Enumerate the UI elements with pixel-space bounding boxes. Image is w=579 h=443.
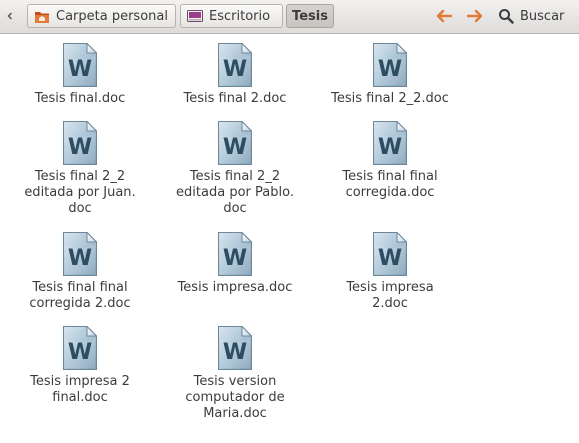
file-item[interactable]: Tesis final 2.doc (175, 42, 295, 107)
word-document-icon (372, 231, 408, 277)
word-document-icon (62, 120, 98, 166)
search-button[interactable]: Buscar (494, 4, 574, 28)
file-item[interactable]: Tesis final final corregida 2.doc (20, 231, 140, 312)
file-name: Tesis final 2_2.doc (331, 91, 449, 106)
breadcrumb-home[interactable]: Carpeta personal (27, 4, 176, 28)
word-document-icon (372, 120, 408, 166)
breadcrumb-desktop-label: Escritorio (209, 8, 271, 24)
desktop-icon (187, 9, 203, 23)
file-name: Tesis final 2.doc (183, 91, 287, 106)
word-document-icon (217, 231, 253, 277)
file-item[interactable]: Tesis final 2_2 editada por Juan. doc (20, 120, 140, 217)
breadcrumb-home-label: Carpeta personal (56, 8, 168, 24)
home-folder-icon (34, 9, 50, 24)
word-document-icon (62, 231, 98, 277)
word-document-icon (62, 325, 98, 371)
file-item[interactable]: Tesis final.doc (20, 42, 140, 107)
word-document-icon (217, 120, 253, 166)
file-name: Tesis final 2_2 editada por Juan. doc (24, 169, 136, 216)
word-document-icon (372, 42, 408, 88)
file-name: Tesis version computador de Maria.doc (185, 374, 285, 421)
forward-button[interactable] (465, 6, 485, 26)
word-document-icon (217, 42, 253, 88)
file-item[interactable]: Tesis final final corregida.doc (330, 120, 450, 201)
file-name: Tesis final.doc (34, 91, 126, 106)
word-document-icon (62, 42, 98, 88)
arrow-left-icon (436, 9, 453, 23)
file-name: Tesis final 2_2 editada por Pablo. doc (176, 169, 294, 216)
file-item[interactable]: Tesis impresa 2.doc (330, 231, 450, 312)
file-name: Tesis impresa 2.doc (346, 280, 434, 311)
file-name: Tesis final final corregida 2.doc (29, 280, 131, 311)
file-item[interactable]: Tesis impresa 2 final.doc (20, 325, 140, 406)
file-item[interactable]: Tesis version computador de Maria.doc (175, 325, 295, 422)
file-item[interactable]: Tesis final 2_2 editada por Pablo. doc (175, 120, 295, 217)
breadcrumb-desktop[interactable]: Escritorio (180, 4, 283, 28)
word-document-icon (217, 325, 253, 371)
breadcrumb-tesis-label: Tesis (292, 8, 328, 24)
file-name: Tesis impresa.doc (177, 280, 293, 295)
back-button[interactable] (434, 6, 454, 26)
breadcrumb-tesis[interactable]: Tesis (286, 4, 334, 28)
file-name: Tesis final final corregida.doc (342, 169, 438, 200)
arrow-right-icon (466, 9, 483, 23)
file-item[interactable]: Tesis final 2_2.doc (330, 42, 450, 107)
file-item[interactable]: Tesis impresa.doc (175, 231, 295, 296)
toolbar: Carpeta personal Escritorio Tesis Buscar (0, 0, 579, 34)
small-left-arrow-icon (7, 12, 13, 20)
search-icon (499, 9, 514, 24)
search-label: Buscar (520, 8, 565, 24)
file-name: Tesis impresa 2 final.doc (30, 374, 130, 405)
breadcrumb-scroll-left-button[interactable] (6, 11, 14, 23)
